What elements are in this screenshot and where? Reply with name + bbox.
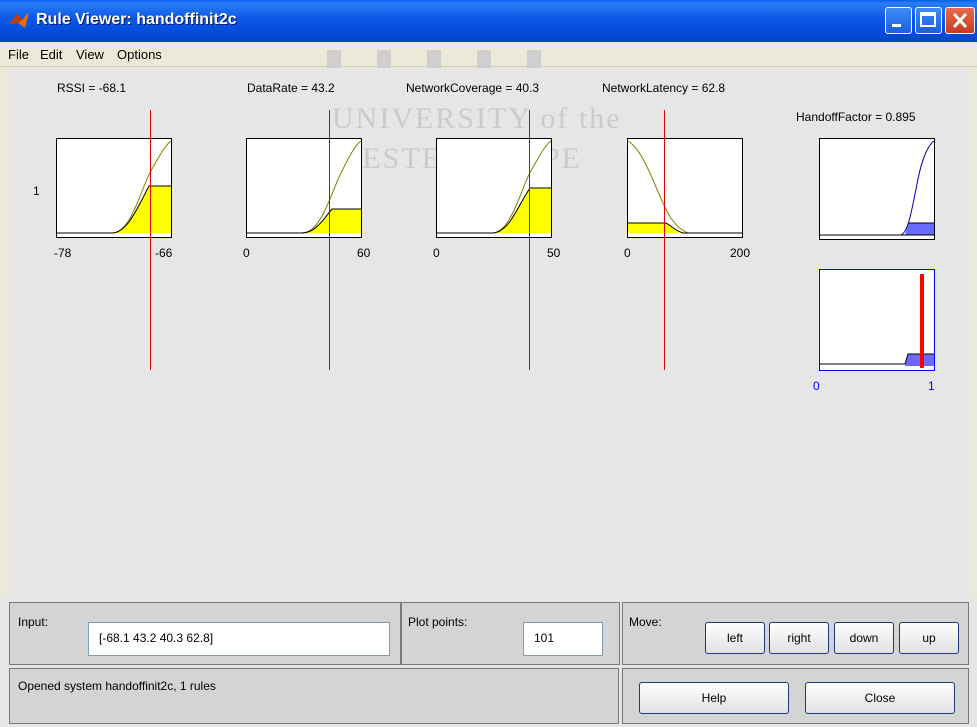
networkcoverage-max-tick: 50	[547, 246, 561, 260]
aggregated-output-area	[820, 353, 934, 366]
aggregated-output-plot[interactable]	[819, 269, 935, 371]
move-label: Move:	[629, 615, 662, 629]
networklatency-plot[interactable]	[627, 138, 743, 238]
plot-points-label: Plot points:	[408, 615, 468, 629]
window-title: Rule Viewer: handoffinit2c	[36, 11, 237, 28]
matlab-logo-icon	[9, 12, 29, 28]
minimize-button[interactable]	[885, 7, 912, 34]
status-text: Opened system handoffinit2c, 1 rules	[18, 679, 216, 693]
networkcoverage-input-line[interactable]	[529, 110, 530, 370]
maximize-icon	[920, 12, 936, 27]
rssi-min-tick: -78	[54, 246, 72, 260]
help-button[interactable]: Help	[639, 682, 789, 714]
networklatency-min-tick: 0	[624, 246, 631, 260]
rssi-plot[interactable]	[56, 138, 172, 238]
move-left-button[interactable]: left	[705, 622, 765, 654]
networklatency-max-tick: 200	[730, 246, 751, 260]
action-panel: Help Close	[622, 668, 969, 724]
close-window-button[interactable]	[945, 7, 975, 34]
rule-number: 1	[33, 184, 40, 198]
watermark-columns-icon	[327, 50, 541, 68]
networkcoverage-mf-curve	[437, 140, 551, 234]
menu-view[interactable]: View	[76, 47, 104, 62]
watermark-line-1: UNIVERSITY of the	[332, 102, 622, 135]
datarate-input-line[interactable]	[329, 110, 330, 370]
datarate-min-tick: 0	[243, 246, 250, 260]
title-bar[interactable]: Rule Viewer: handoffinit2c	[0, 0, 977, 42]
close-icon	[952, 12, 968, 29]
output-value-bar	[920, 274, 924, 368]
rssi-input-line[interactable]	[150, 110, 151, 370]
datarate-max-tick: 60	[357, 246, 371, 260]
rule-plot-area: UNIVERSITY of the WESTERN CAPE RSSI = -6…	[7, 50, 969, 598]
menu-options[interactable]: Options	[117, 47, 162, 62]
datarate-plot[interactable]	[246, 138, 362, 238]
minimize-icon	[892, 24, 901, 27]
input-vector-field[interactable]: [-68.1 43.2 40.3 62.8]	[88, 622, 390, 656]
move-down-button[interactable]: down	[834, 622, 894, 654]
menu-file[interactable]: File	[8, 47, 29, 62]
networkcoverage-label: NetworkCoverage = 40.3	[406, 81, 540, 95]
networkcoverage-plot[interactable]	[436, 138, 552, 238]
datarate-mf-curve	[247, 140, 361, 234]
networklatency-label: NetworkLatency = 62.8	[602, 81, 726, 95]
networklatency-input-line[interactable]	[664, 110, 665, 370]
output-min-tick: 0	[813, 379, 820, 393]
rssi-label: RSSI = -68.1	[57, 81, 127, 95]
rule-viewer-window: Rule Viewer: handoffinit2c File Edit Vie…	[0, 0, 977, 727]
maximize-button[interactable]	[915, 7, 942, 34]
rssi-mf-curve	[57, 140, 171, 234]
output-max-tick: 1	[928, 379, 935, 393]
networklatency-mf-curve	[628, 140, 742, 234]
status-panel: Opened system handoffinit2c, 1 rules	[9, 668, 619, 724]
control-area: Input: [-68.1 43.2 40.3 62.8] Plot point…	[0, 598, 977, 727]
handofffactor-label: HandoffFactor = 0.895	[796, 110, 916, 124]
move-right-button[interactable]: right	[769, 622, 829, 654]
networkcoverage-min-tick: 0	[433, 246, 440, 260]
close-button[interactable]: Close	[805, 682, 955, 714]
move-up-button[interactable]: up	[899, 622, 959, 654]
input-label: Input:	[18, 615, 49, 629]
plot-points-panel: Plot points: 101	[401, 602, 620, 665]
plot-points-field[interactable]: 101	[523, 622, 603, 656]
handofffactor-mf-curve	[820, 140, 934, 236]
move-panel: Move: left right down up	[622, 602, 969, 665]
menu-edit[interactable]: Edit	[40, 47, 62, 62]
input-panel: Input: [-68.1 43.2 40.3 62.8]	[9, 602, 401, 665]
rssi-max-tick: -66	[155, 246, 173, 260]
datarate-label: DataRate = 43.2	[247, 81, 335, 95]
handofffactor-rule-plot[interactable]	[819, 138, 935, 240]
